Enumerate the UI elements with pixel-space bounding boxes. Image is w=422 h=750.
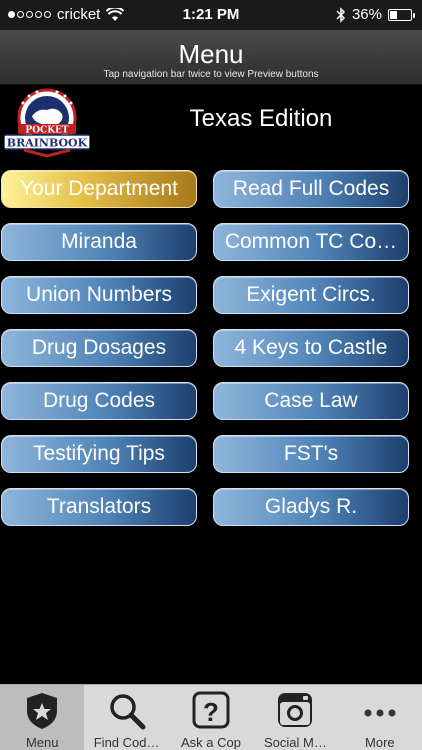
union-numbers-button[interactable]: Union Numbers [1,276,197,314]
battery-icon [388,8,415,21]
logo-bottom-text: BRAINBOOK [7,137,88,150]
tab-find-codes[interactable]: Find Cod… [84,685,168,750]
battery-percent: 36% [351,6,382,23]
fsts-button[interactable]: FST's [213,435,409,473]
miranda-button[interactable]: Miranda [1,223,197,261]
badge-icon [20,689,64,733]
tab-menu[interactable]: Menu [0,685,85,750]
tab-label-ask-a-cop: Ask a Cop [181,735,241,750]
drug-dosages-button[interactable]: Drug Dosages [1,329,197,367]
tab-more[interactable]: More [338,685,422,750]
status-bar: cricket 1:21 PM 36% [0,0,422,30]
common-tc-codes-button[interactable]: Common TC Co… [213,223,409,261]
exigent-circs-button[interactable]: Exigent Circs. [213,276,409,314]
translators-button[interactable]: Translators [1,488,197,526]
pocket-brainbook-logo: POCKET BRAINBOOK [4,88,90,158]
testifying-tips-button[interactable]: Testifying Tips [1,435,197,473]
instagram-icon [273,689,317,733]
edition-title: Texas Edition [189,105,333,132]
four-keys-to-castle-button[interactable]: 4 Keys to Castle [213,329,409,367]
search-icon [105,689,149,733]
your-department-button[interactable]: Your Department [1,170,197,208]
status-right: 36% [336,6,415,23]
bluetooth-icon [336,6,346,23]
tab-label-find-codes: Find Cod… [93,735,160,750]
logo-top-text: POCKET [25,126,68,136]
tab-social-media[interactable]: Social M… [253,685,337,750]
read-full-codes-button[interactable]: Read Full Codes [213,170,409,208]
svg-text:?: ? [203,697,219,727]
tab-label-menu: Menu [25,735,59,750]
case-law-button[interactable]: Case Law [213,382,409,420]
page-title: Menu [178,39,244,69]
question-icon: ? [189,689,233,733]
drug-codes-button[interactable]: Drug Codes [1,382,197,420]
tab-ask-a-cop[interactable]: ? Ask a Cop [169,685,253,750]
tab-label-more: More [365,735,395,750]
navigation-bar[interactable]: Menu Tap navigation bar twice to view Pr… [0,30,422,85]
tab-bar: Menu Find Cod… ? Ask a Cop Social M… Mor… [0,684,422,750]
nav-hint: Tap navigation bar twice to view Preview… [103,69,319,80]
gladys-r-button[interactable]: Gladys R. [213,488,409,526]
more-icon [358,689,402,733]
tab-label-social-media: Social M… [263,735,327,750]
